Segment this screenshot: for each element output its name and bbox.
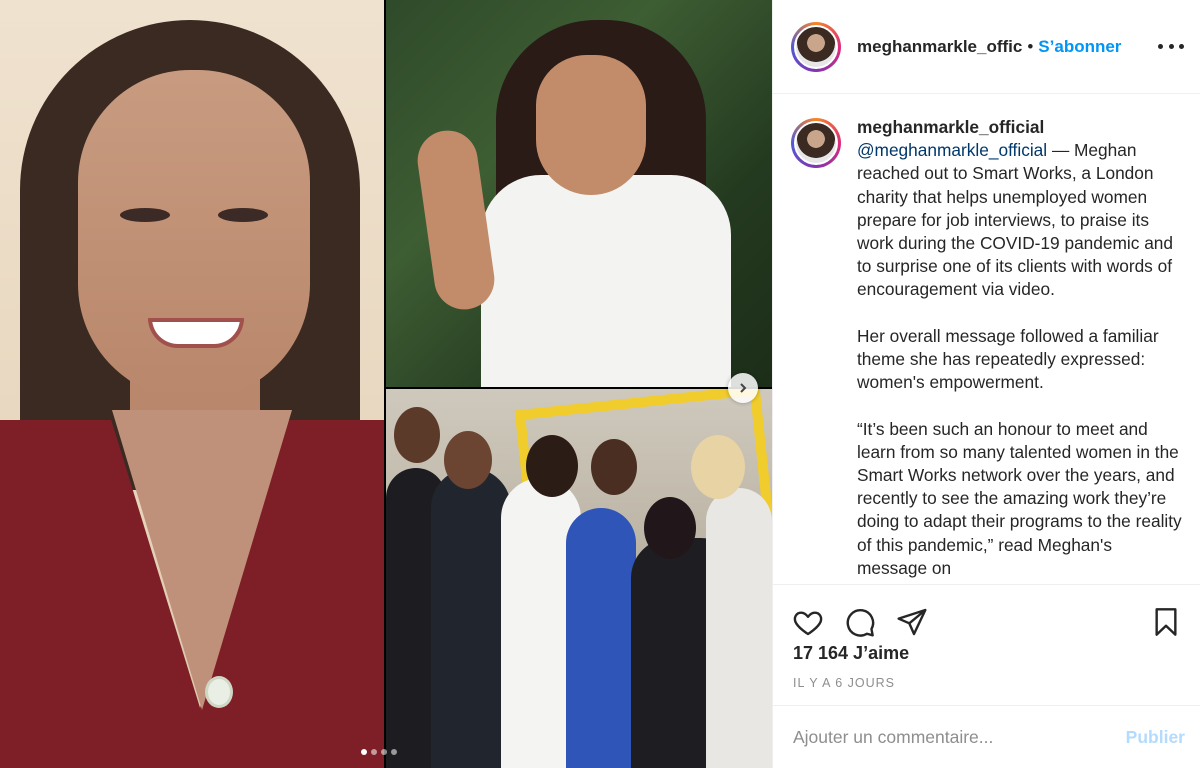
- waving-photo: [386, 0, 772, 387]
- post-sidebar: meghanmarkle_offic • S’abonner meghanmar…: [772, 0, 1200, 768]
- post-header: meghanmarkle_offic • S’abonner: [773, 0, 1200, 94]
- comment-icon[interactable]: [843, 605, 877, 639]
- publish-button[interactable]: Publier: [1126, 727, 1185, 748]
- carousel-next-button[interactable]: [728, 373, 758, 403]
- author-username[interactable]: meghanmarkle_offic: [857, 37, 1022, 57]
- separator-dot: •: [1027, 36, 1034, 56]
- portrait-photo: [0, 0, 384, 768]
- avatar[interactable]: [791, 21, 841, 72]
- group-photo: [386, 389, 772, 768]
- carousel-dot: [391, 749, 397, 755]
- caption-paragraph-1-text: — Meghan reached out to Smart Works, a L…: [857, 140, 1174, 300]
- carousel-dot: [371, 749, 377, 755]
- caption-mention-link[interactable]: @meghanmarkle_official: [857, 140, 1047, 160]
- bookmark-icon[interactable]: [1149, 605, 1183, 639]
- likes-count[interactable]: 17 164 J’aime: [773, 643, 1200, 664]
- caption-paragraph-1: @meghanmarkle_official — Meghan reached …: [857, 139, 1185, 301]
- heart-icon[interactable]: [791, 605, 825, 639]
- more-options-icon[interactable]: [1158, 37, 1184, 57]
- add-comment-row: Publier: [773, 705, 1200, 768]
- post-timestamp[interactable]: IL Y A 6 JOURS: [773, 676, 1200, 690]
- caption-section: meghanmarkle_official @meghanmarkle_offi…: [773, 94, 1200, 584]
- caption-username[interactable]: meghanmarkle_official: [857, 116, 1185, 139]
- carousel-dot: [361, 749, 367, 755]
- comment-input[interactable]: [793, 727, 1126, 748]
- caption-paragraph-3: “It’s been such an honour to meet and le…: [857, 418, 1182, 578]
- carousel-indicator: [361, 749, 397, 755]
- caption-paragraph-2: Her overall message followed a familiar …: [857, 325, 1159, 393]
- share-icon[interactable]: [895, 605, 929, 639]
- post-media-carousel[interactable]: [0, 0, 772, 768]
- chevron-right-icon: [740, 383, 747, 393]
- caption-text: meghanmarkle_official @meghanmarkle_offi…: [857, 116, 1185, 584]
- follow-button[interactable]: S’abonner: [1038, 37, 1121, 57]
- action-icons-row: [773, 585, 1200, 645]
- post-actions: 17 164 J’aime IL Y A 6 JOURS Publier: [773, 584, 1200, 768]
- carousel-dot: [381, 749, 387, 755]
- caption-avatar[interactable]: [791, 118, 841, 168]
